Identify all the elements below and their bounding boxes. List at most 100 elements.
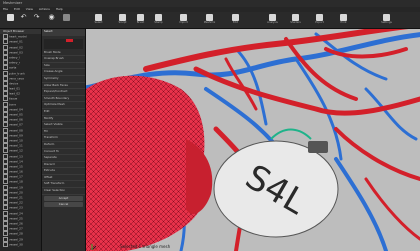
tool-export[interactable]: Export [313, 13, 326, 27]
object-name: vessel_08 [9, 128, 23, 133]
menu-help[interactable]: Help [56, 7, 63, 11]
tool-stamp[interactable]: Stamp [152, 13, 165, 27]
cancel-button[interactable]: Cancel [44, 201, 83, 207]
object-name: vessel_15 [9, 164, 23, 169]
property-row[interactable]: Optimize Mesh [42, 102, 85, 109]
red-swatch[interactable] [66, 38, 73, 42]
object-name: vessel_13 [9, 154, 23, 158]
hub-icon [269, 14, 276, 21]
property-row[interactable]: Modify [42, 116, 85, 123]
property-row[interactable]: Unwrap Brush [42, 56, 85, 63]
toolbar-redo[interactable]: ↷ [30, 13, 43, 27]
object-name: vessel_17 [9, 174, 23, 179]
property-list: Brush Mode Unwrap Brush Size Crease Angle Sy… [42, 50, 85, 195]
visibility-checkbox[interactable] [3, 241, 8, 247]
properties-panel: Select Brush Mode Unwrap Brush Size Crease … [42, 29, 86, 251]
tool-label: Print [340, 21, 347, 24]
3d-viewport[interactable]: S4L [86, 29, 420, 251]
property-row[interactable]: Deform [42, 142, 85, 149]
magnet-icon [155, 14, 162, 21]
grid-icon [63, 14, 70, 21]
property-row[interactable]: Expand/Contract [42, 89, 85, 96]
property-row[interactable]: Discard [42, 162, 85, 169]
object-name: vessel_18 [9, 179, 23, 184]
tool-label: Edit [232, 21, 239, 24]
tool-import[interactable]: Import [177, 13, 190, 27]
object-name: vessel_27 [9, 226, 23, 231]
status-message: Selected 1 triangle mesh [120, 244, 171, 249]
menu-file[interactable]: File [3, 7, 8, 11]
tool-label: Select [94, 21, 103, 24]
object-name: vessel_14 [9, 159, 23, 164]
tool-meshmix[interactable]: Meshmix [203, 13, 216, 27]
toolbar-new[interactable] [4, 13, 17, 27]
object-name: heart_model [9, 34, 27, 39]
property-row[interactable]: Clear Selection [42, 188, 85, 195]
eye-icon: ◉ [48, 13, 55, 21]
select-icon [95, 14, 102, 21]
export-icon [316, 14, 323, 21]
object-name: tissue [9, 96, 18, 101]
property-row[interactable]: Soft Transform [42, 181, 85, 189]
property-row[interactable]: Select Visible [42, 122, 85, 129]
property-row[interactable]: Extrude [42, 168, 85, 175]
property-row[interactable]: Symmetry [42, 76, 85, 83]
redo-icon: ↷ [33, 13, 40, 21]
properties-title: Select [42, 29, 85, 36]
object-name: vessel_19 [9, 185, 23, 190]
brush-icon [137, 14, 144, 21]
property-row[interactable]: Allow Back Faces [42, 83, 85, 90]
tool-sculpt[interactable]: Sculpt [116, 13, 129, 27]
folder-icon [180, 14, 187, 21]
object-name: bone [9, 102, 16, 107]
app-title: Meshmixer [3, 1, 23, 5]
toolbar-undo[interactable]: ↶ [17, 13, 30, 27]
object-name: device [9, 81, 19, 86]
object-name: vessel_22 [9, 200, 23, 205]
property-row[interactable]: Fill [42, 129, 85, 136]
object-name: vessel_04 [9, 107, 23, 112]
object-name: pulm_trunk [9, 71, 25, 75]
property-row[interactable]: Convert To [42, 149, 85, 156]
tool-label: Sculpt [118, 21, 127, 24]
property-row[interactable]: Smooth Boundary [42, 96, 85, 103]
property-row[interactable]: Offset [42, 175, 85, 182]
tool-label: Analysis [267, 21, 278, 24]
tool-shaders[interactable]: Shaders [289, 13, 302, 27]
color-swatch-area [44, 38, 83, 49]
object-name: vessel_09 [9, 133, 23, 138]
tool-analysis[interactable]: Analysis [266, 13, 279, 27]
menu-view[interactable]: View [26, 7, 33, 11]
property-row[interactable]: Transform [42, 135, 85, 142]
property-row[interactable]: Size [42, 63, 85, 70]
edit-icon [232, 14, 239, 21]
object-list-item[interactable]: vessel_30 [0, 241, 41, 247]
tool-settings[interactable]: Settings [380, 13, 393, 27]
property-row[interactable]: Edit [42, 109, 85, 116]
object-name: vessel_24 [9, 211, 23, 216]
object-name: vessel_01 [9, 39, 23, 44]
tool-edit[interactable]: Edit [229, 13, 242, 27]
property-row[interactable]: Crease Angle [42, 69, 85, 76]
menu-edit[interactable]: Edit [14, 7, 20, 11]
toolbar-grid[interactable] [60, 13, 73, 27]
property-row[interactable]: Brush Mode [42, 50, 85, 57]
tool-label: Export [315, 21, 324, 24]
tool-brush[interactable]: Brush [134, 13, 147, 27]
object-name: vessel_03 [9, 50, 23, 55]
object-name: vessel_23 [9, 205, 23, 210]
object-list: heart_model vessel_01 vessel_02 vessel_03 ar… [0, 34, 41, 247]
toolbar-view[interactable]: ◉ [45, 13, 58, 27]
object-name: vessel_26 [9, 221, 23, 226]
accept-button[interactable]: Accept [44, 195, 83, 201]
object-name: vessel_12 [9, 148, 23, 153]
tool-print[interactable]: Print [337, 13, 350, 27]
object-name: lead_02 [9, 91, 20, 96]
property-row[interactable]: Separate [42, 155, 85, 162]
tool-select[interactable]: Select [92, 13, 105, 27]
scene-render: S4L [86, 29, 420, 251]
status-bar: Selected 1 triangle mesh [86, 243, 420, 251]
menu-actions[interactable]: Actions [39, 7, 50, 11]
object-name: vessel_21 [9, 195, 23, 200]
device-header [308, 141, 328, 153]
